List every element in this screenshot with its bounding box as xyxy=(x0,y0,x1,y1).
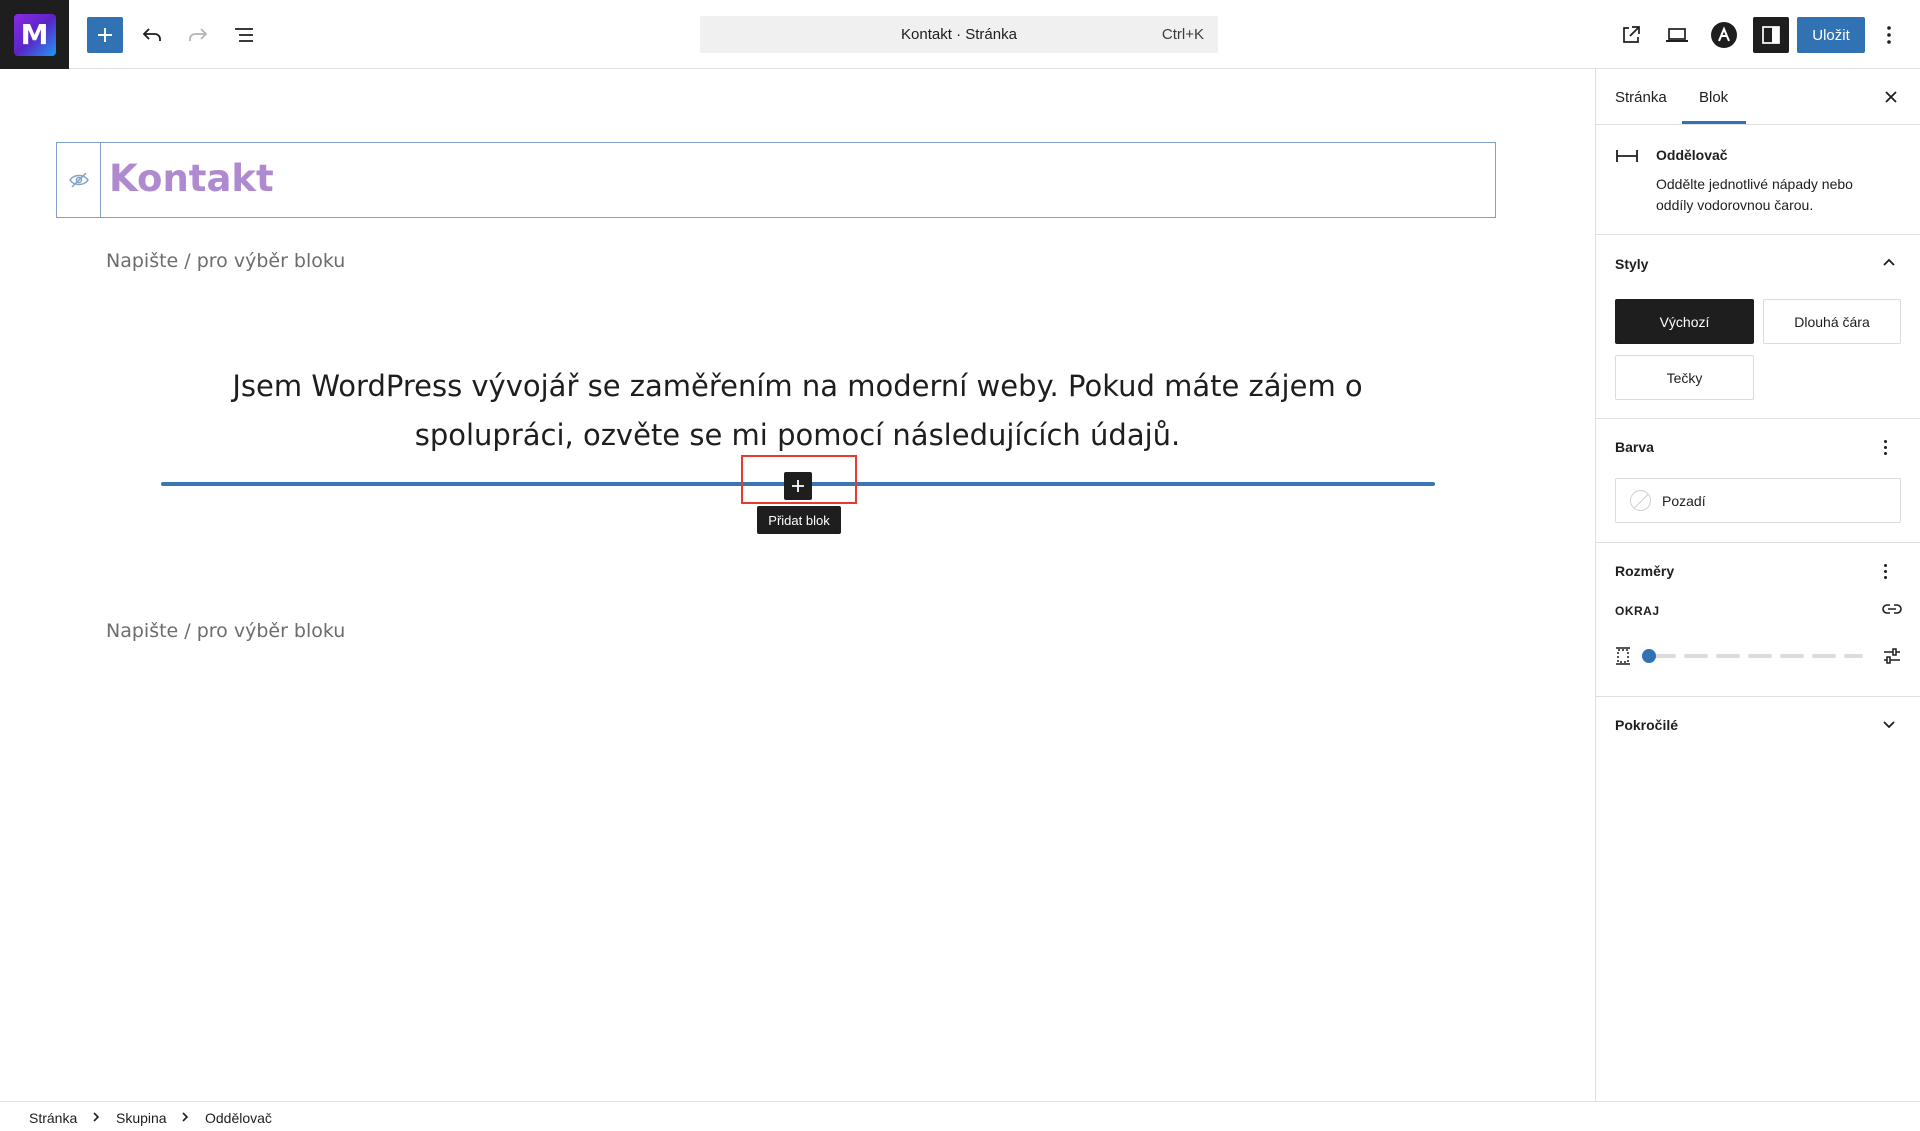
breadcrumb-item-separator: Oddělovač xyxy=(205,1110,272,1126)
empty-color-swatch xyxy=(1630,490,1651,511)
page-title[interactable]: Kontakt xyxy=(109,157,274,200)
editor-header: M Kontakt · Stránka Ctrl+K Uložit xyxy=(0,0,1920,69)
style-dots-button[interactable]: Tečky xyxy=(1615,355,1754,400)
command-palette-bar[interactable]: Kontakt · Stránka Ctrl+K xyxy=(700,16,1218,53)
chevron-down-icon[interactable] xyxy=(1882,720,1896,730)
background-color-label: Pozadí xyxy=(1662,493,1706,509)
post-title-block[interactable]: Kontakt xyxy=(56,142,1496,218)
style-wide-line-button[interactable]: Dlouhá čára xyxy=(1763,299,1901,344)
site-logo-icon: M xyxy=(13,13,56,56)
panel-divider xyxy=(1596,696,1920,697)
document-overview-button[interactable] xyxy=(226,17,262,53)
empty-paragraph-placeholder[interactable]: Napište / pro výběr bloku xyxy=(106,250,345,272)
undo-icon xyxy=(142,28,161,41)
margin-label: OKRAJ xyxy=(1615,604,1660,618)
chevron-right-icon xyxy=(182,1112,189,1122)
close-sidebar-button[interactable] xyxy=(1881,87,1901,107)
close-icon xyxy=(1885,91,1897,103)
panel-divider xyxy=(1596,542,1920,543)
empty-paragraph-placeholder-2[interactable]: Napište / pro výběr bloku xyxy=(106,620,345,642)
title-visibility-toggle[interactable] xyxy=(57,143,101,217)
editor-canvas: Kontakt Napište / pro výběr bloku Jsem W… xyxy=(0,69,1595,1101)
background-color-button[interactable]: Pozadí xyxy=(1615,478,1901,523)
plus-icon xyxy=(792,480,804,492)
document-title: Kontakt · Stránka xyxy=(901,26,1017,43)
settings-sidebar: Stránka Blok Oddělovač Oddělte jednotliv… xyxy=(1595,69,1920,1101)
block-inserter-button[interactable] xyxy=(87,17,123,53)
sidebar-icon xyxy=(1762,26,1780,44)
add-block-button[interactable] xyxy=(784,472,812,500)
intro-paragraph[interactable]: Jsem WordPress vývojář se zaměřením na m… xyxy=(160,362,1435,460)
breadcrumb-item-page[interactable]: Stránka xyxy=(29,1110,77,1126)
plus-icon xyxy=(98,28,112,42)
list-view-icon xyxy=(235,28,253,42)
add-block-tooltip: Přidat blok xyxy=(757,506,841,534)
tabs-divider xyxy=(1596,124,1920,125)
site-logo-button[interactable]: M xyxy=(0,0,69,69)
external-link-icon xyxy=(1623,26,1640,43)
margin-slider-thumb[interactable] xyxy=(1642,649,1656,663)
dimensions-panel-title: Rozměry xyxy=(1615,563,1675,579)
eye-hidden-icon xyxy=(68,172,89,188)
panel-divider xyxy=(1596,234,1920,235)
style-default-button[interactable]: Výchozí xyxy=(1615,299,1754,344)
options-menu-button[interactable] xyxy=(1874,17,1904,53)
block-breadcrumb: Stránka Skupina Oddělovač xyxy=(0,1101,1920,1131)
separator-icon xyxy=(1616,150,1638,162)
tab-block[interactable]: Blok xyxy=(1699,89,1728,106)
breadcrumb-item-group[interactable]: Skupina xyxy=(116,1110,167,1126)
block-card-title: Oddělovač xyxy=(1656,147,1728,163)
color-panel-title: Barva xyxy=(1615,439,1654,455)
device-preview-button[interactable] xyxy=(1659,17,1695,53)
styles-panel-title[interactable]: Styly xyxy=(1615,256,1648,272)
panel-divider xyxy=(1596,418,1920,419)
command-shortcut: Ctrl+K xyxy=(1161,26,1204,43)
theme-plugin-button[interactable] xyxy=(1706,17,1742,53)
redo-button[interactable] xyxy=(180,17,216,53)
redo-icon xyxy=(189,28,208,41)
chevron-right-icon xyxy=(93,1112,100,1122)
view-page-button[interactable] xyxy=(1613,17,1649,53)
laptop-icon xyxy=(1666,28,1688,42)
margin-slider-track[interactable] xyxy=(1648,654,1863,658)
settings-toggle-button[interactable] xyxy=(1753,17,1789,53)
tab-page[interactable]: Stránka xyxy=(1615,89,1667,106)
block-card-description: Oddělte jednotlivé nápady nebo oddíly vo… xyxy=(1656,176,1853,213)
advanced-panel-title[interactable]: Pokročilé xyxy=(1615,717,1678,733)
color-options-icon[interactable] xyxy=(1884,440,1888,458)
astra-logo-icon xyxy=(1711,22,1737,48)
chevron-up-icon[interactable] xyxy=(1882,257,1896,267)
save-button[interactable]: Uložit xyxy=(1797,17,1865,53)
dimensions-options-icon[interactable] xyxy=(1884,564,1888,582)
link-icon[interactable] xyxy=(1882,602,1902,616)
undo-button[interactable] xyxy=(134,17,170,53)
custom-settings-icon[interactable] xyxy=(1882,647,1902,665)
margin-sides-icon xyxy=(1616,647,1630,665)
more-vertical-icon xyxy=(1887,26,1891,44)
